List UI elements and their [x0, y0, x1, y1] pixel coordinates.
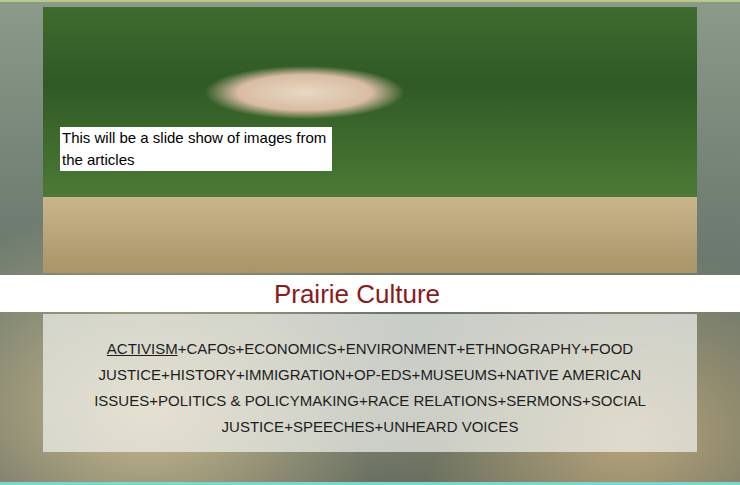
category-separator: + — [236, 340, 245, 357]
category-separator: + — [236, 366, 245, 383]
category-link[interactable]: ACTIVISM — [107, 340, 178, 357]
hero-slideshow[interactable]: This will be a slide show of images from… — [43, 7, 697, 273]
category-link[interactable]: SERMONS — [506, 392, 582, 409]
category-link[interactable]: ENVIRONMENT — [346, 340, 457, 357]
category-separator: + — [345, 366, 354, 383]
category-separator: + — [178, 340, 187, 357]
category-separator: + — [497, 366, 506, 383]
category-link[interactable]: ETHNOGRAPHY — [465, 340, 581, 357]
category-separator: + — [149, 392, 158, 409]
hero-field — [43, 197, 697, 273]
category-link[interactable]: POLITICS & POLICYMAKING — [158, 392, 359, 409]
category-separator: + — [581, 340, 590, 357]
category-link[interactable]: MUSEUMS — [420, 366, 497, 383]
category-link[interactable]: RACE RELATIONS — [368, 392, 498, 409]
category-separator: + — [375, 418, 384, 435]
category-separator: + — [284, 418, 293, 435]
title-band: Prairie Culture — [0, 275, 740, 312]
category-separator: + — [337, 340, 346, 357]
category-separator: + — [161, 366, 170, 383]
category-separator: + — [412, 366, 421, 383]
bottom-strip — [0, 482, 740, 485]
category-separator: + — [359, 392, 368, 409]
category-link[interactable]: IMMIGRATION — [245, 366, 346, 383]
slideshow-caption: This will be a slide show of images from… — [60, 127, 332, 171]
category-panel: ACTIVISM+CAFOs+ECONOMICS+ENVIRONMENT+ETH… — [43, 314, 697, 452]
page: This will be a slide show of images from… — [0, 0, 740, 485]
category-separator: + — [456, 340, 465, 357]
category-link[interactable]: UNHEARD VOICES — [383, 418, 518, 435]
category-link[interactable]: HISTORY — [170, 366, 236, 383]
category-link[interactable]: CAFOs — [186, 340, 235, 357]
category-link[interactable]: SPEECHES — [293, 418, 375, 435]
site-title[interactable]: Prairie Culture — [274, 276, 466, 312]
category-link[interactable]: ECONOMICS — [244, 340, 337, 357]
category-separator: + — [582, 392, 591, 409]
category-separator: + — [497, 392, 506, 409]
category-link[interactable]: OP-EDS — [354, 366, 412, 383]
